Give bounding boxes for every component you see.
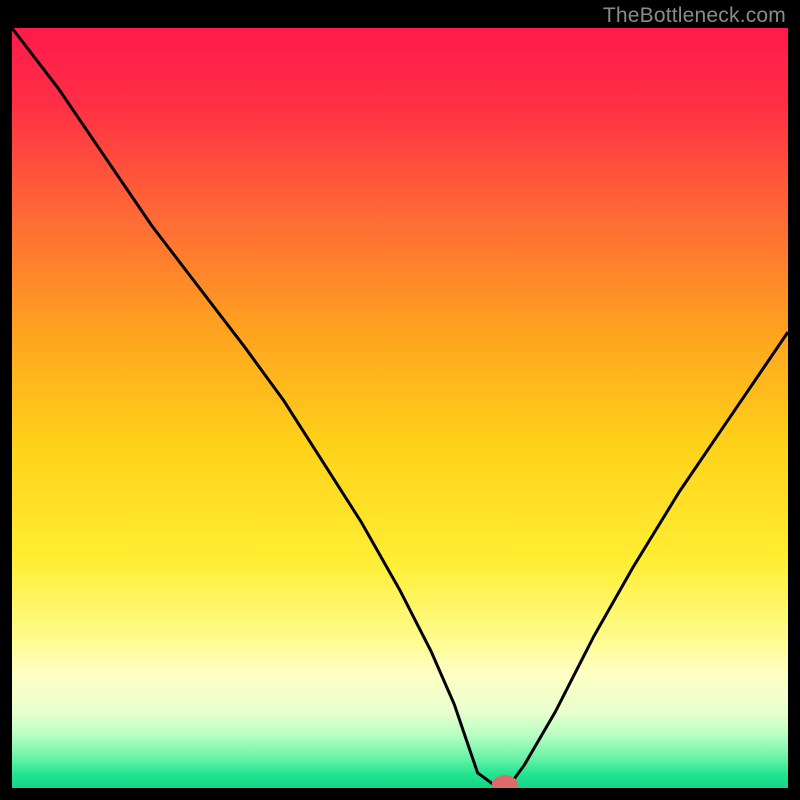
gradient-background bbox=[12, 28, 788, 788]
bottleneck-chart bbox=[12, 28, 788, 788]
chart-frame bbox=[12, 28, 788, 788]
watermark-text: TheBottleneck.com bbox=[603, 4, 786, 28]
